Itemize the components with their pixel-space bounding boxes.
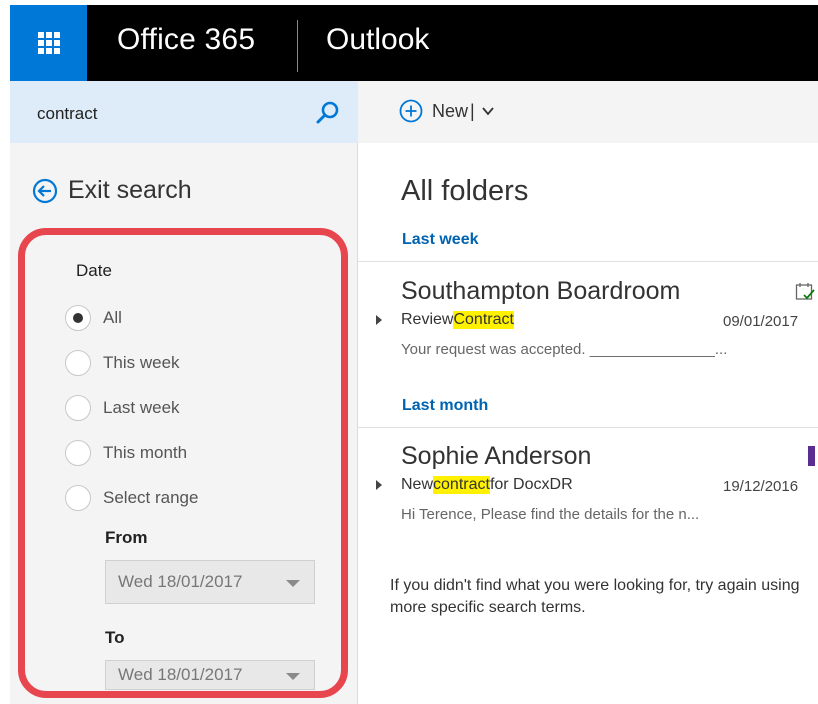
date-option-select-range[interactable]: Select range	[65, 485, 198, 511]
expand-arrow-icon[interactable]	[376, 315, 382, 325]
message-date: 19/12/2016	[723, 478, 799, 495]
expand-arrow-icon[interactable]	[376, 480, 382, 490]
message-subject-row: New contract for DocxDR	[376, 476, 573, 494]
radio-button[interactable]	[65, 305, 91, 331]
radio-button[interactable]	[65, 440, 91, 466]
from-label: From	[105, 528, 148, 547]
message-subject-row: Review Contract	[376, 311, 514, 329]
radio-button[interactable]	[65, 350, 91, 376]
date-option-last-week[interactable]: Last week	[65, 395, 180, 421]
date-option-all[interactable]: All	[65, 305, 122, 331]
to-label: To	[105, 628, 125, 647]
search-box[interactable]: contract	[10, 81, 358, 143]
exit-search-button[interactable]: Exit search	[32, 176, 192, 205]
divider	[358, 427, 818, 428]
back-arrow-icon	[32, 178, 58, 203]
message-list: All folders Last week Southampton Boardr…	[358, 143, 818, 704]
search-icon[interactable]	[314, 99, 342, 127]
date-option-label: Select range	[103, 488, 199, 507]
folder-title: All folders	[401, 175, 529, 207]
subject-highlight: Contract	[453, 311, 514, 329]
group-header-last-month[interactable]: Last month	[402, 397, 488, 415]
chevron-down-icon[interactable]	[481, 104, 495, 118]
dropdown-caret-icon	[286, 673, 300, 680]
from-date-dropdown[interactable]: Wed 18/01/2017	[105, 560, 315, 604]
app-launcher-button[interactable]	[10, 5, 87, 81]
new-button-label: New	[432, 100, 469, 121]
header-divider	[297, 20, 298, 72]
to-date-dropdown[interactable]: Wed 18/01/2017	[105, 660, 315, 690]
divider	[358, 261, 818, 262]
subject-highlight: contract	[433, 476, 490, 494]
date-option-label: This week	[103, 353, 180, 372]
date-filter-title: Date	[76, 261, 112, 280]
subject-text: New	[401, 476, 434, 493]
date-option-label: Last week	[103, 398, 180, 417]
group-header-last-week[interactable]: Last week	[402, 231, 478, 249]
radio-selected-dot	[73, 313, 83, 323]
message-sender: Sophie Anderson	[401, 442, 592, 470]
no-more-results-text: If you didn't find what you were looking…	[390, 577, 800, 616]
top-bar: Office 365 Outlook	[10, 5, 818, 81]
waffle-icon	[37, 32, 60, 54]
brand-title[interactable]: Office 365	[117, 23, 255, 57]
message-preview: Hi Terence, Please find the details for …	[401, 506, 700, 523]
message-item[interactable]: Sophie Anderson New contract for DocxDR …	[358, 442, 818, 542]
new-message-button[interactable]: New |	[398, 98, 495, 124]
subject-text: Review	[401, 311, 454, 328]
date-filter-panel: Date All This week Last week This month …	[18, 228, 348, 698]
message-date: 09/01/2017	[723, 313, 799, 330]
date-option-label: This month	[103, 443, 188, 462]
app-title[interactable]: Outlook	[326, 23, 429, 57]
command-bar: New |	[358, 81, 818, 143]
date-option-label: All	[103, 308, 122, 327]
subject-text-after: for DocxDR	[489, 476, 573, 493]
message-item[interactable]: Southampton Boardroom Review Contract 09…	[358, 277, 818, 377]
radio-button[interactable]	[65, 485, 91, 511]
split-divider: |	[470, 100, 475, 121]
message-preview: Your request was accepted. _____________…	[401, 341, 728, 358]
calendar-icon	[795, 283, 815, 300]
date-option-this-month[interactable]: This month	[65, 440, 187, 466]
date-option-this-week[interactable]: This week	[65, 350, 180, 376]
to-date-value: Wed 18/01/2017	[118, 665, 243, 684]
radio-button[interactable]	[65, 395, 91, 421]
dropdown-caret-icon	[286, 580, 300, 587]
exit-search-label: Exit search	[68, 176, 192, 204]
from-date-value: Wed 18/01/2017	[118, 572, 243, 591]
message-sender: Southampton Boardroom	[401, 277, 681, 305]
category-flag	[808, 446, 815, 466]
search-input[interactable]: contract	[37, 104, 97, 124]
plus-circle-icon	[399, 99, 423, 123]
